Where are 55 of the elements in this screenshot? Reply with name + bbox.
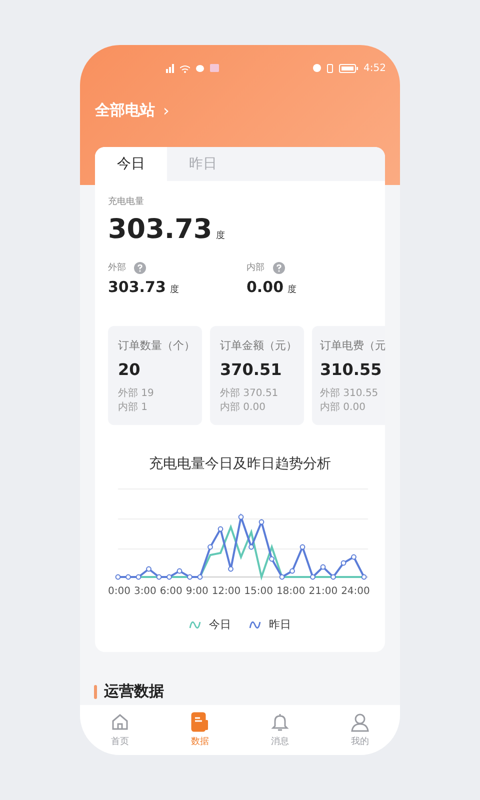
stat-detail: 内部 0.00: [220, 401, 266, 415]
stat-detail: 外部 19: [118, 387, 155, 401]
axis-label: 0:00: [108, 586, 130, 597]
nav-tab[interactable]: 数据: [160, 705, 240, 755]
nav-tab[interactable]: 消息: [240, 705, 320, 755]
section-title: 运营数据: [104, 682, 164, 701]
stat-detail: 内部 0.00: [320, 401, 366, 415]
metric-label: 内部: [246, 262, 264, 274]
alarm-icon: [312, 64, 321, 72]
nav-tab[interactable]: 我的: [320, 705, 400, 755]
axis-label: 12:00: [212, 586, 241, 597]
metric-value: 303.73: [108, 214, 212, 245]
axis-label: 18:00: [276, 586, 306, 597]
signal-icon: [166, 63, 174, 73]
metric-value: 0.00: [246, 278, 284, 296]
vibrate-icon: [326, 64, 333, 72]
legend-label: 今日: [209, 617, 231, 632]
chevron-icon[interactable]: ›: [163, 101, 170, 120]
axis-label: 21:00: [308, 586, 338, 597]
axis-label: 9:00: [186, 586, 208, 597]
status-time: 4:52: [364, 62, 386, 74]
chart-title: 充电电量今日及昨日趋势分析: [148, 455, 332, 473]
station-title[interactable]: 全部电站: [95, 101, 155, 120]
stat-value: 370.51: [220, 360, 283, 379]
wifi-icon: [180, 64, 190, 72]
axis-label: 6:00: [160, 586, 182, 597]
stat-title: 订单金额（元）: [220, 338, 298, 353]
axis-label: 24:00: [341, 586, 370, 597]
stat-title: 订单数量（个）: [118, 338, 196, 353]
metric-label: 充电电量: [108, 196, 145, 208]
stat-detail: 外部 310.55: [320, 387, 380, 401]
stat-value: 20: [118, 360, 142, 379]
stat-detail: 外部 370.51: [220, 387, 280, 401]
metric-label: 外部: [108, 262, 126, 274]
document-icon: [190, 712, 210, 732]
unit-label: 度: [288, 284, 297, 296]
user-icon: [350, 712, 370, 732]
battery-icon: [338, 64, 358, 72]
bell-icon: [270, 712, 290, 732]
help-icon[interactable]: [134, 262, 146, 274]
axis-label: 15:00: [244, 586, 273, 597]
stat-detail: 内部 1: [118, 401, 149, 415]
unit-label: 度: [170, 284, 179, 296]
stat-value: 310.55: [320, 360, 383, 379]
legend-label: 昨日: [269, 617, 291, 632]
chat-icon: [196, 64, 204, 72]
nav-tab[interactable]: 首页: [80, 705, 160, 755]
app-icon: [210, 64, 219, 72]
unit-label: 度: [216, 230, 226, 242]
axis-label: 3:00: [134, 586, 156, 597]
day-tab[interactable]: 昨日: [167, 147, 239, 181]
metric-value: 303.73: [108, 278, 166, 296]
home-icon: [110, 712, 130, 732]
day-tab[interactable]: 今日: [95, 147, 167, 181]
help-icon[interactable]: [272, 262, 284, 274]
